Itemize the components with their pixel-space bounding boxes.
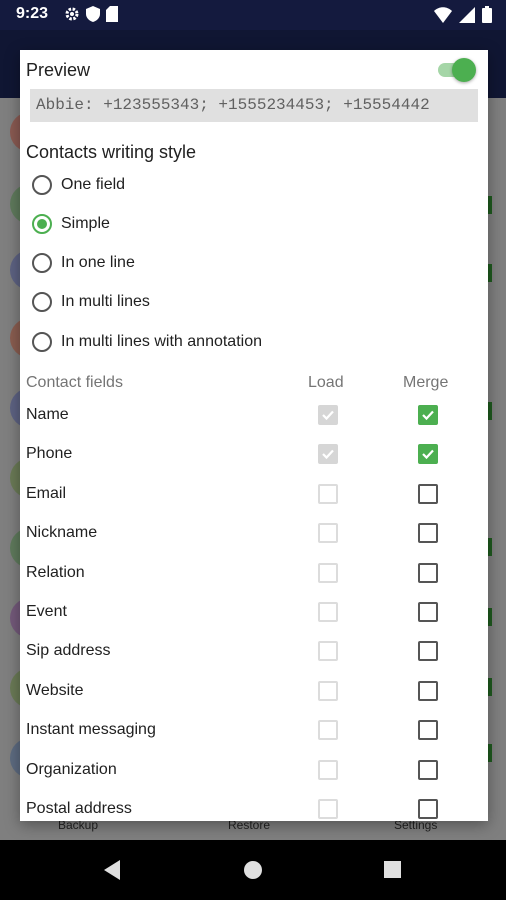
status-time: 9:23 <box>16 5 49 22</box>
load-checkbox[interactable] <box>318 759 338 780</box>
back-icon[interactable] <box>102 860 122 885</box>
writing-style-title: Contacts writing style <box>26 142 197 162</box>
load-checkbox[interactable] <box>318 799 338 819</box>
field-label: Email <box>26 484 67 502</box>
battery-icon <box>482 6 492 28</box>
column-header-merge: Merge <box>403 374 449 391</box>
field-row: Organization <box>20 750 488 790</box>
field-label: Instant messaging <box>26 721 156 739</box>
load-checkbox[interactable] <box>318 483 338 504</box>
column-header-load: Load <box>308 374 344 391</box>
merge-checkbox[interactable] <box>418 680 438 701</box>
column-header-fields: Contact fields <box>26 374 123 391</box>
preview-text: Abbie: +123555343; +1555234453; +1555444… <box>30 89 478 122</box>
merge-checkbox[interactable] <box>418 720 438 741</box>
radio-in-one-line[interactable]: In one line <box>32 248 135 278</box>
navigation-bar <box>0 840 506 900</box>
wifi-icon <box>434 6 452 28</box>
radio-label: In one line <box>61 254 135 271</box>
merge-checkbox[interactable] <box>418 602 438 622</box>
load-checkbox[interactable] <box>318 523 338 544</box>
signal-icon <box>459 6 475 28</box>
load-checkbox[interactable] <box>318 641 338 662</box>
field-row: Phone <box>20 434 488 474</box>
merge-checkbox[interactable] <box>418 483 438 504</box>
preview-title: Preview <box>26 60 91 80</box>
load-checkbox[interactable] <box>318 602 338 622</box>
field-row: Relation <box>20 553 488 593</box>
radio-button[interactable] <box>32 292 52 312</box>
gear-icon <box>64 6 80 27</box>
radio-one-field[interactable]: One field <box>32 170 125 200</box>
radio-button[interactable] <box>32 214 52 234</box>
contacts-settings-dialog: Preview Abbie: +123555343; +1555234453; … <box>20 50 488 821</box>
status-bar: 9:23 <box>0 0 506 30</box>
merge-checkbox[interactable] <box>418 562 438 583</box>
radio-in-multi-lines-annotation[interactable]: In multi lines with annotation <box>32 327 262 357</box>
radio-button[interactable] <box>32 175 52 195</box>
field-label: Nickname <box>26 524 98 542</box>
merge-checkbox[interactable] <box>418 641 438 662</box>
home-icon[interactable] <box>244 861 262 884</box>
field-label: Phone <box>26 445 73 463</box>
field-label: Relation <box>26 563 85 581</box>
radio-label: One field <box>61 176 126 193</box>
radio-simple[interactable]: Simple <box>32 209 110 239</box>
field-label: Name <box>26 406 69 423</box>
field-row: Sip address <box>20 631 488 671</box>
field-row: Postal address <box>20 789 488 821</box>
radio-button[interactable] <box>32 332 52 352</box>
radio-button[interactable] <box>32 253 52 273</box>
preview-toggle[interactable] <box>438 57 478 83</box>
load-checkbox[interactable] <box>318 720 338 741</box>
load-checkbox[interactable] <box>318 562 338 583</box>
field-label: Event <box>26 603 67 620</box>
sd-card-icon <box>106 6 118 27</box>
field-row: Nickname <box>20 513 488 553</box>
load-checkbox[interactable] <box>318 405 338 425</box>
field-row: Name <box>20 395 488 435</box>
shield-icon <box>86 6 100 27</box>
radio-label: In multi lines with annotation <box>61 333 262 350</box>
field-row: Event <box>20 592 488 632</box>
merge-checkbox[interactable] <box>418 523 438 544</box>
merge-checkbox[interactable] <box>418 759 438 780</box>
field-label: Organization <box>26 760 117 778</box>
load-checkbox[interactable] <box>318 444 338 465</box>
field-row: Website <box>20 671 488 711</box>
merge-checkbox[interactable] <box>418 444 438 465</box>
radio-label: Simple <box>61 215 110 232</box>
load-checkbox[interactable] <box>318 680 338 701</box>
merge-checkbox[interactable] <box>418 799 438 819</box>
field-label: Website <box>26 681 84 699</box>
recents-icon[interactable] <box>384 861 401 883</box>
radio-label: In multi lines <box>61 293 150 310</box>
radio-in-multi-lines[interactable]: In multi lines <box>32 287 150 317</box>
merge-checkbox[interactable] <box>418 405 438 425</box>
field-row: Email <box>20 474 488 514</box>
field-row: Instant messaging <box>20 710 488 750</box>
field-label: Postal address <box>26 800 132 817</box>
field-label: Sip address <box>26 642 111 660</box>
